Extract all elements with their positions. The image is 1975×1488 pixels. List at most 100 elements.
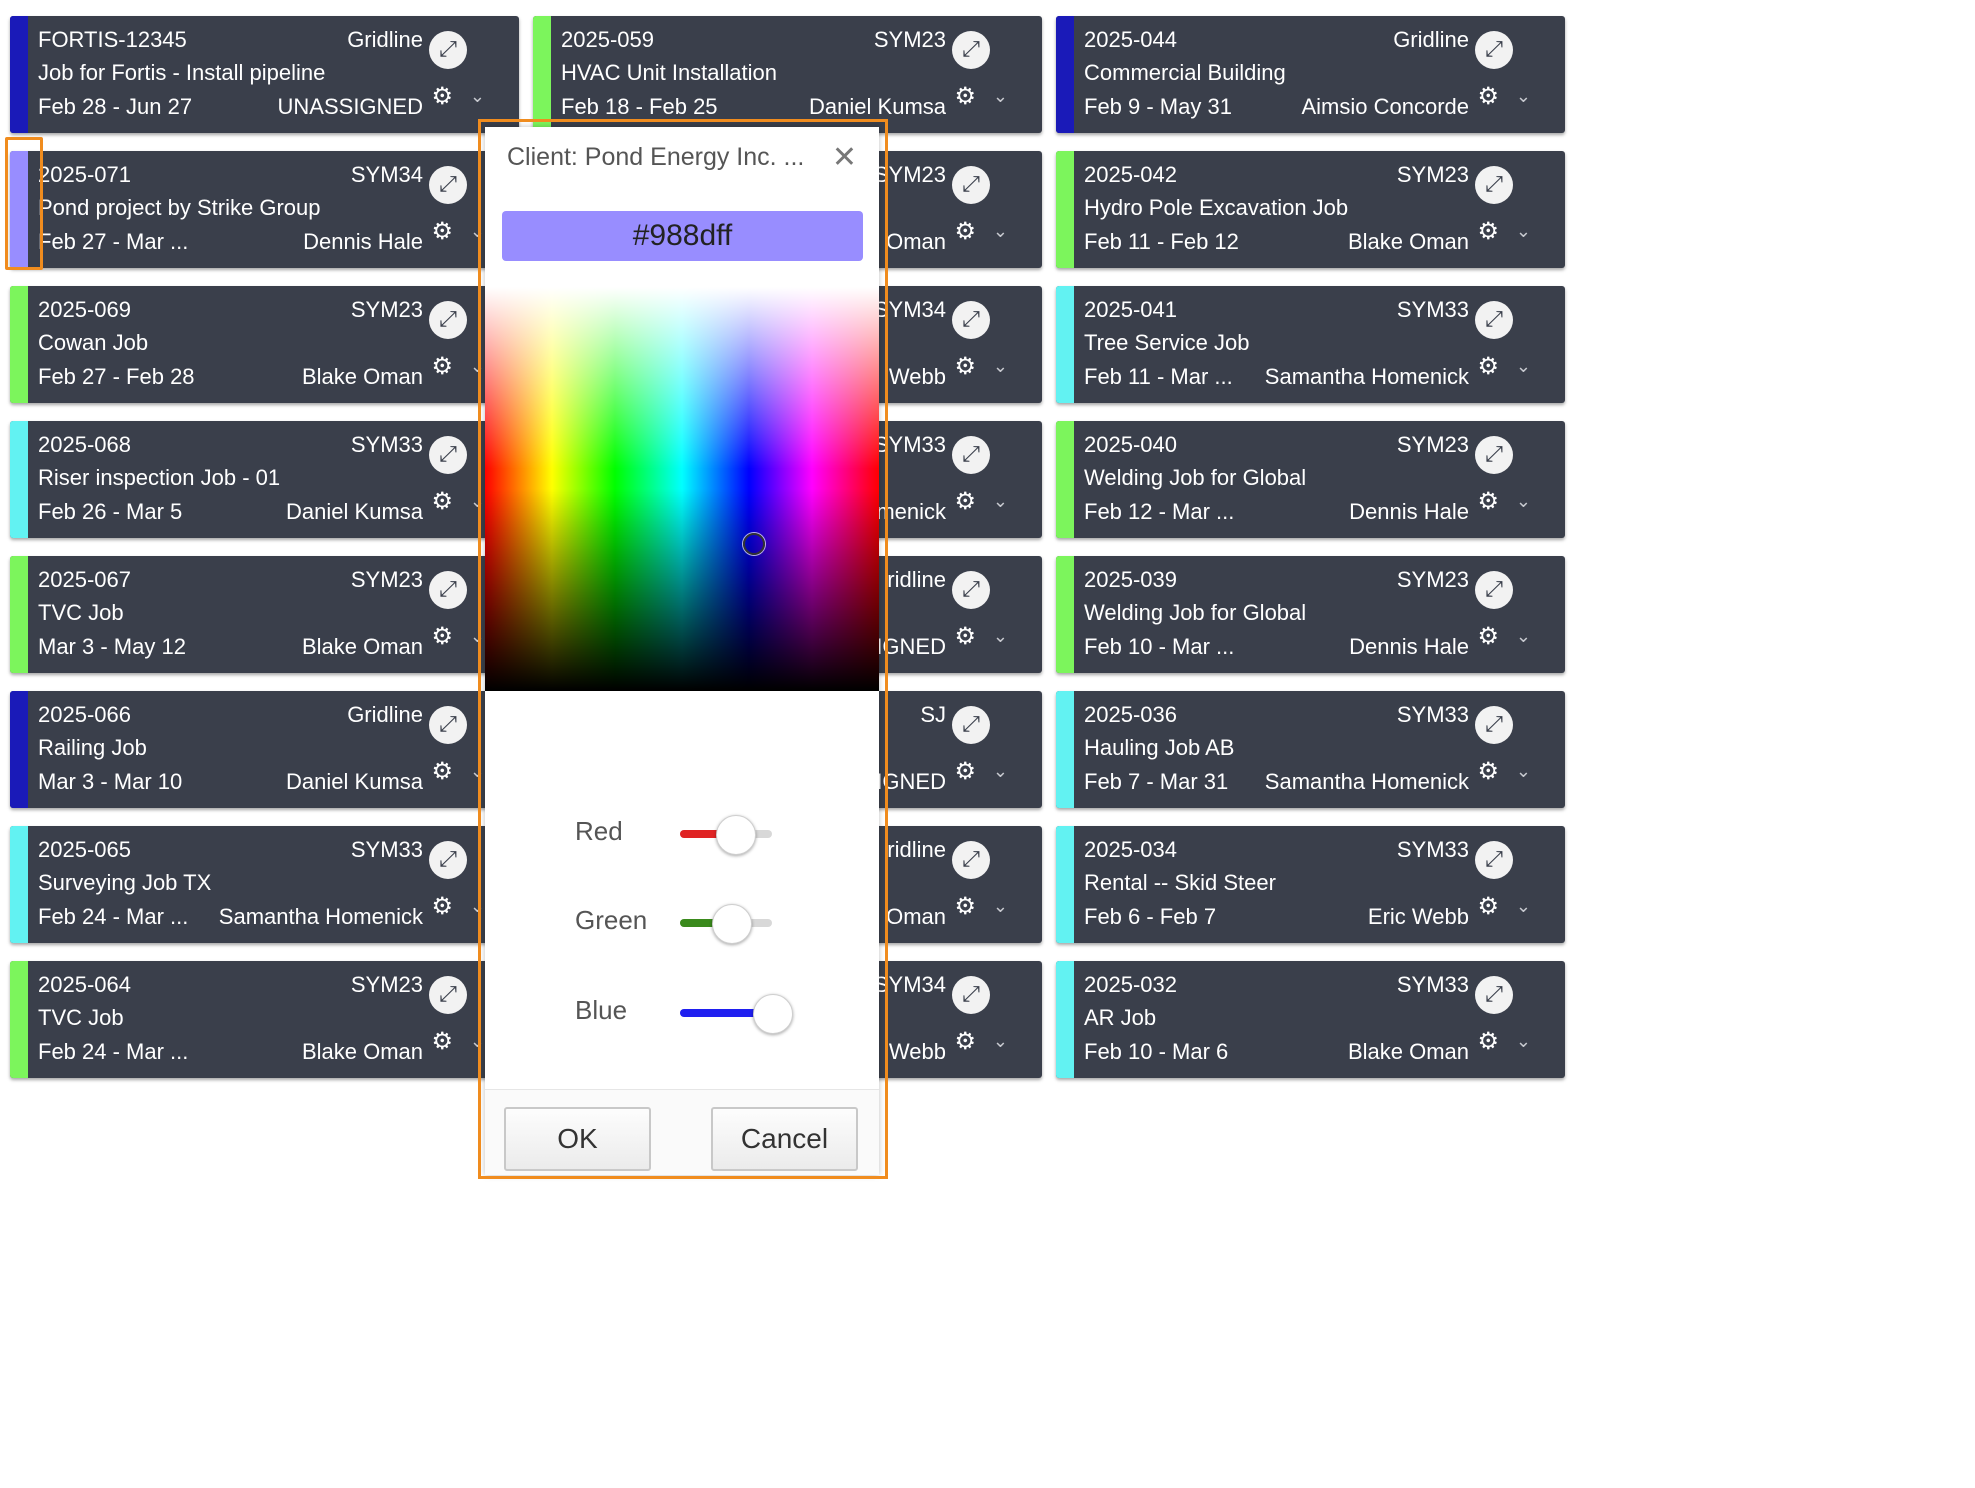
gear-icon[interactable]: ⚙ [954, 1027, 976, 1055]
chevron-down-icon[interactable]: ⌄ [993, 219, 1008, 245]
job-color-bar[interactable] [1056, 961, 1074, 1078]
red-slider-handle[interactable] [716, 815, 757, 855]
gear-icon[interactable]: ⚙ [431, 352, 453, 380]
gear-icon[interactable]: ⚙ [431, 622, 453, 650]
spectrum-cursor[interactable] [743, 533, 765, 555]
gear-icon[interactable]: ⚙ [431, 757, 453, 785]
job-color-bar[interactable] [1056, 151, 1074, 268]
chevron-down-icon[interactable]: ⌄ [993, 759, 1008, 785]
job-card[interactable]: 2025-069 SYM23 Cowan Job Feb 27 - Feb 28 Bla… [10, 286, 519, 403]
job-color-bar[interactable] [1056, 826, 1074, 943]
chevron-down-icon[interactable]: ⌄ [470, 219, 485, 245]
chevron-down-icon[interactable]: ⌄ [470, 354, 485, 380]
gear-icon[interactable]: ⚙ [1477, 352, 1499, 380]
chevron-down-icon[interactable]: ⌄ [993, 894, 1008, 920]
job-card[interactable]: 2025-036 SYM33 Hauling Job AB Feb 7 - Mar 3… [1056, 691, 1565, 808]
expand-icon[interactable]: ⤢ [952, 301, 990, 339]
expand-icon[interactable]: ⤢ [429, 31, 467, 69]
chevron-down-icon[interactable]: ⌄ [470, 489, 485, 515]
gear-icon[interactable]: ⚙ [431, 1027, 453, 1055]
job-color-bar[interactable] [10, 556, 28, 673]
expand-icon[interactable]: ⤢ [952, 841, 990, 879]
expand-icon[interactable]: ⤢ [1475, 571, 1513, 609]
expand-icon[interactable]: ⤢ [429, 706, 467, 744]
job-card[interactable]: 2025-032 SYM33 AR Job Feb 10 - Mar 6 Blake O… [1056, 961, 1565, 1078]
job-card[interactable]: 2025-044 Gridline Commercial Building Feb 9… [1056, 16, 1565, 133]
job-card[interactable]: 2025-042 SYM23 Hydro Pole Excavation Job Fe… [1056, 151, 1565, 268]
expand-icon[interactable]: ⤢ [1475, 436, 1513, 474]
chevron-down-icon[interactable]: ⌄ [1516, 624, 1531, 650]
chevron-down-icon[interactable]: ⌄ [470, 894, 485, 920]
job-card[interactable]: 2025-034 SYM33 Rental -- Skid Steer Feb 6 -… [1056, 826, 1565, 943]
chevron-down-icon[interactable]: ⌄ [993, 84, 1008, 110]
job-card[interactable]: FORTIS-12345 Gridline Job for Fortis - Ins… [10, 16, 519, 133]
expand-icon[interactable]: ⤢ [952, 976, 990, 1014]
hex-color-input[interactable]: #988dff [502, 211, 863, 261]
job-color-bar[interactable] [1056, 16, 1074, 133]
expand-icon[interactable]: ⤢ [952, 31, 990, 69]
chevron-down-icon[interactable]: ⌄ [1516, 759, 1531, 785]
expand-icon[interactable]: ⤢ [952, 706, 990, 744]
chevron-down-icon[interactable]: ⌄ [993, 354, 1008, 380]
chevron-down-icon[interactable]: ⌄ [993, 1029, 1008, 1055]
gear-icon[interactable]: ⚙ [1477, 487, 1499, 515]
job-color-bar[interactable] [10, 961, 28, 1078]
gear-icon[interactable]: ⚙ [954, 487, 976, 515]
blue-slider[interactable] [680, 994, 793, 1034]
job-card[interactable]: 2025-059 SYM23 HVAC Unit Installation Feb 1… [533, 16, 1042, 133]
expand-icon[interactable]: ⤢ [1475, 976, 1513, 1014]
job-card[interactable]: 2025-071 SYM34 Pond project by Strike Grou… [10, 151, 519, 268]
chevron-down-icon[interactable]: ⌄ [1516, 354, 1531, 380]
expand-icon[interactable]: ⤢ [952, 166, 990, 204]
green-slider[interactable] [680, 904, 772, 944]
gear-icon[interactable]: ⚙ [954, 892, 976, 920]
blue-slider-handle[interactable] [753, 994, 793, 1034]
expand-icon[interactable]: ⤢ [429, 301, 467, 339]
green-slider-handle[interactable] [711, 904, 752, 944]
job-card[interactable]: 2025-039 SYM23 Welding Job for Global Feb 1… [1056, 556, 1565, 673]
job-card[interactable]: 2025-064 SYM23 TVC Job Feb 24 - Mar ... Blak… [10, 961, 519, 1078]
expand-icon[interactable]: ⤢ [429, 976, 467, 1014]
job-color-bar[interactable] [10, 691, 28, 808]
job-color-bar[interactable] [1056, 421, 1074, 538]
job-color-bar[interactable] [1056, 286, 1074, 403]
chevron-down-icon[interactable]: ⌄ [1516, 219, 1531, 245]
gear-icon[interactable]: ⚙ [1477, 82, 1499, 110]
gear-icon[interactable]: ⚙ [954, 352, 976, 380]
job-card[interactable]: 2025-040 SYM23 Welding Job for Global Feb 1… [1056, 421, 1565, 538]
chevron-down-icon[interactable]: ⌄ [1516, 1029, 1531, 1055]
chevron-down-icon[interactable]: ⌄ [470, 759, 485, 785]
chevron-down-icon[interactable]: ⌄ [993, 624, 1008, 650]
job-card[interactable]: 2025-068 SYM33 Riser inspection Job - 01 Fe… [10, 421, 519, 538]
job-card[interactable]: 2025-066 Gridline Railing Job Mar 3 - Mar 1… [10, 691, 519, 808]
close-icon[interactable]: ✕ [832, 141, 857, 175]
chevron-down-icon[interactable]: ⌄ [470, 624, 485, 650]
expand-icon[interactable]: ⤢ [1475, 31, 1513, 69]
gear-icon[interactable]: ⚙ [1477, 1027, 1499, 1055]
job-color-bar[interactable] [10, 826, 28, 943]
chevron-down-icon[interactable]: ⌄ [470, 1029, 485, 1055]
cancel-button[interactable]: Cancel [711, 1107, 858, 1171]
gear-icon[interactable]: ⚙ [1477, 622, 1499, 650]
gear-icon[interactable]: ⚙ [431, 82, 453, 110]
expand-icon[interactable]: ⤢ [952, 571, 990, 609]
gear-icon[interactable]: ⚙ [954, 757, 976, 785]
chevron-down-icon[interactable]: ⌄ [993, 489, 1008, 515]
job-color-bar[interactable] [10, 16, 28, 133]
gear-icon[interactable]: ⚙ [954, 82, 976, 110]
gear-icon[interactable]: ⚙ [431, 892, 453, 920]
gear-icon[interactable]: ⚙ [954, 622, 976, 650]
expand-icon[interactable]: ⤢ [1475, 301, 1513, 339]
gear-icon[interactable]: ⚙ [1477, 892, 1499, 920]
job-color-bar[interactable] [533, 16, 551, 133]
job-card[interactable]: 2025-067 SYM23 TVC Job Mar 3 - May 12 Blake … [10, 556, 519, 673]
expand-icon[interactable]: ⤢ [1475, 841, 1513, 879]
ok-button[interactable]: OK [504, 1107, 651, 1171]
red-slider[interactable] [680, 815, 772, 855]
job-color-bar[interactable] [10, 421, 28, 538]
expand-icon[interactable]: ⤢ [429, 841, 467, 879]
gear-icon[interactable]: ⚙ [431, 217, 453, 245]
chevron-down-icon[interactable]: ⌄ [1516, 894, 1531, 920]
expand-icon[interactable]: ⤢ [1475, 706, 1513, 744]
job-card[interactable]: 2025-041 SYM33 Tree Service Job Feb 11 - Ma… [1056, 286, 1565, 403]
